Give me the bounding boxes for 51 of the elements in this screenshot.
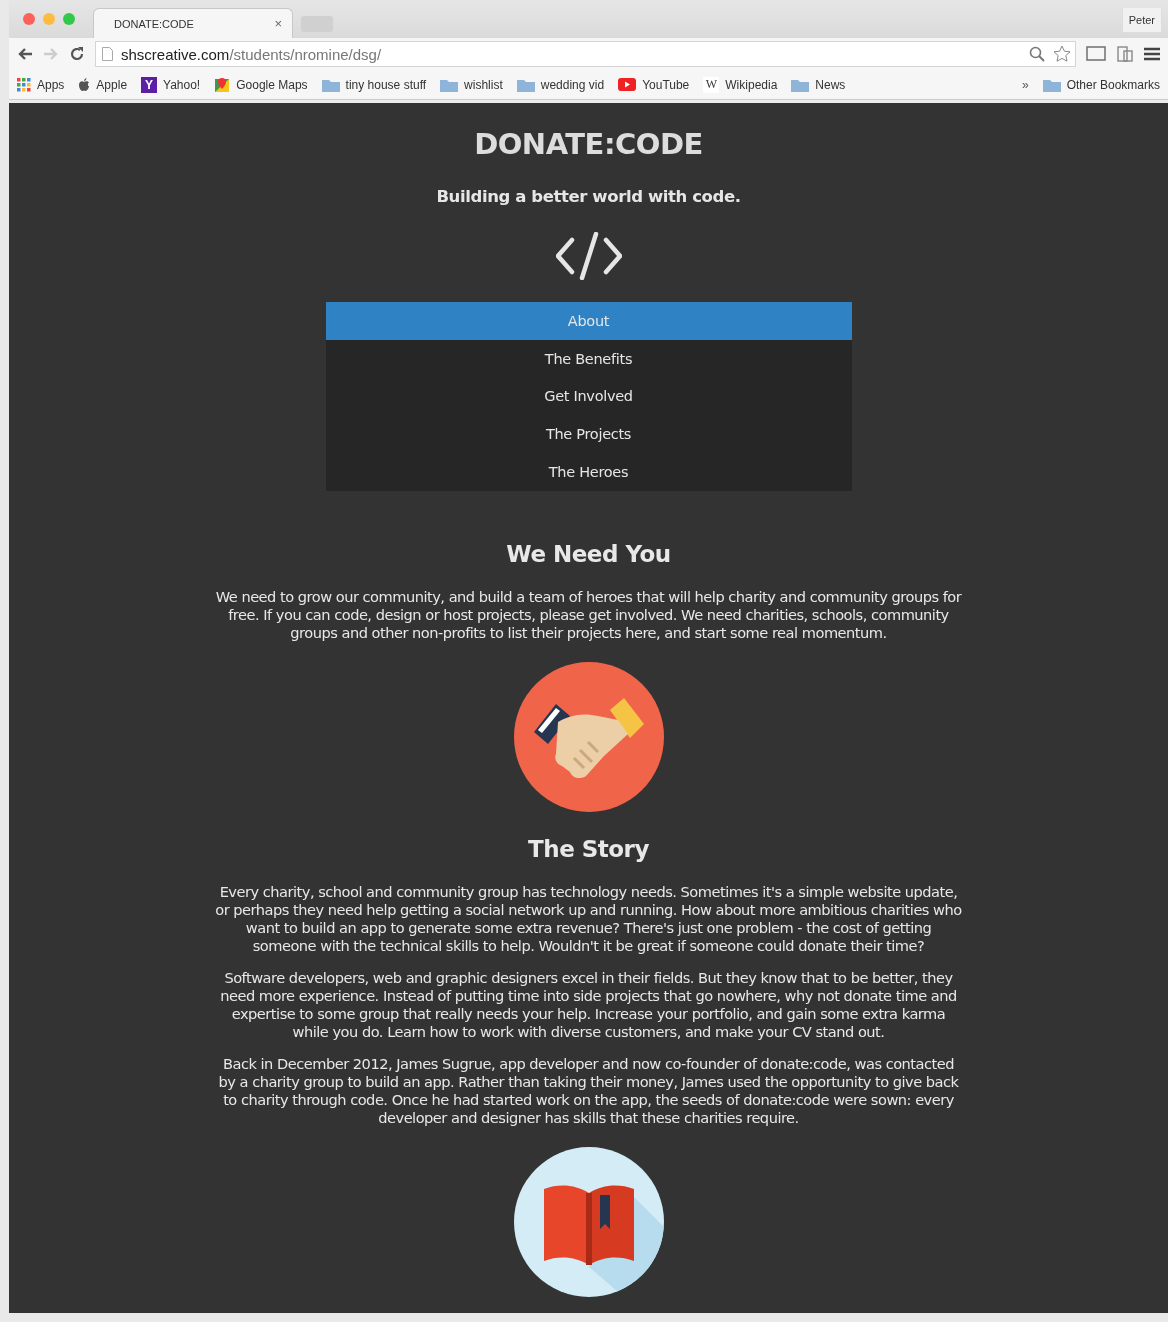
bookmark-link[interactable]: News	[815, 77, 846, 92]
address-field[interactable]: shscreative.com/students/nromine/dsg/	[95, 41, 1076, 67]
section-heading: The Story	[528, 838, 649, 861]
yahoo-logo-icon: Y	[141, 76, 158, 93]
bookmark-link[interactable]: tiny house stuff	[345, 77, 427, 92]
site-title: DONATE:CODE	[474, 127, 703, 161]
bookmark-link[interactable]: Yahoo!	[163, 77, 201, 92]
tab-close-button[interactable]: ×	[274, 16, 282, 31]
bookmark-link[interactable]: Apps	[37, 77, 65, 92]
zoom-window-icon[interactable]	[63, 13, 75, 25]
section-paragraph: Software developers, web and graphic designers excel in their fields. But they know that to be better, they need more experience. Instead of putting time into side projects that go nowhere, why not donate time and expertise to some group that really needs your help. Increase your portfolio, and gain some extra karma while you do. Learn how to work with diverse customers, and make your CV stand out.	[219, 969, 958, 1041]
nav-link[interactable]: Get Involved	[325, 377, 852, 416]
reload-icon[interactable]	[69, 46, 85, 62]
nav-link[interactable]: The Heroes	[325, 453, 852, 491]
bookmark-link[interactable]: Apple	[96, 77, 128, 92]
bookmark-link[interactable]: Google Maps	[236, 77, 308, 92]
folder-icon	[321, 77, 340, 92]
browser-tab[interactable]: DONATE:CODE ×	[93, 8, 293, 38]
back-icon[interactable]	[17, 47, 33, 61]
apple-icon	[78, 77, 91, 92]
forward-icon[interactable]	[43, 47, 59, 61]
code-icon	[555, 232, 622, 280]
other-bookmarks-link[interactable]: Other Bookmarks	[1066, 77, 1160, 92]
bookmark-link[interactable]: Wikipedia	[725, 77, 778, 92]
menu-icon[interactable]	[1144, 47, 1160, 61]
section-paragraph: Back in December 2012, James Sugrue, app developer and now co-founder of donate:code, was contacted by a charity group to build an app. Rather than taking their money, James used the opportunity to give back to charity through code. Once he had started work on the app, the seeds of donate:code were sown: every developer and designer has skills that these charities require.	[217, 1055, 960, 1127]
more-bookmarks-button[interactable]: »	[1021, 77, 1029, 92]
search-icon[interactable]	[1029, 46, 1045, 62]
nav-link[interactable]: The Benefits	[325, 339, 852, 378]
section-paragraph: We need to grow our community, and build a team of heroes that will help charity and community groups for free. If you can code, design or host projects, please get involved. We need charities, schools, community groups and other non-profits to list their projects here, and start some real momentum.	[214, 588, 963, 642]
section-heading: We Need You	[506, 543, 671, 566]
bookmark-link[interactable]: YouTube	[642, 77, 690, 92]
site-tagline: Building a better world with code.	[436, 187, 741, 206]
page-icon	[102, 47, 113, 61]
folder-icon	[440, 77, 459, 92]
section-paragraph: Every charity, school and community group has technology needs. Sometimes it's a simple website update, or perhaps they need help getting a social network up and running. How about more ambitious charities who want to build an app to generate some extra revenue? There's just one problem - the cost of getting someone with the technical skills to help. Wouldn't it be great if someone could donate their time?	[214, 883, 963, 955]
grid-icon	[17, 77, 31, 92]
star-icon[interactable]	[1053, 45, 1071, 63]
bookmark-link[interactable]: wedding vid	[540, 77, 605, 92]
close-window-icon[interactable]	[23, 13, 35, 25]
folder-icon	[516, 77, 535, 92]
bookmark-link[interactable]: wishlist	[464, 77, 503, 92]
play-icon	[618, 78, 637, 91]
folder-icon	[791, 77, 810, 92]
wikipedia-logo-icon: W	[703, 76, 720, 93]
map-pin-icon	[214, 76, 231, 93]
url-text: shscreative.com/students/nromine/dsg/	[121, 45, 382, 63]
folder-icon	[1042, 77, 1061, 92]
nav-link[interactable]: The Projects	[325, 415, 852, 454]
tab-title: DONATE:CODE	[114, 17, 194, 30]
profile-button[interactable]: Peter	[1121, 8, 1162, 33]
